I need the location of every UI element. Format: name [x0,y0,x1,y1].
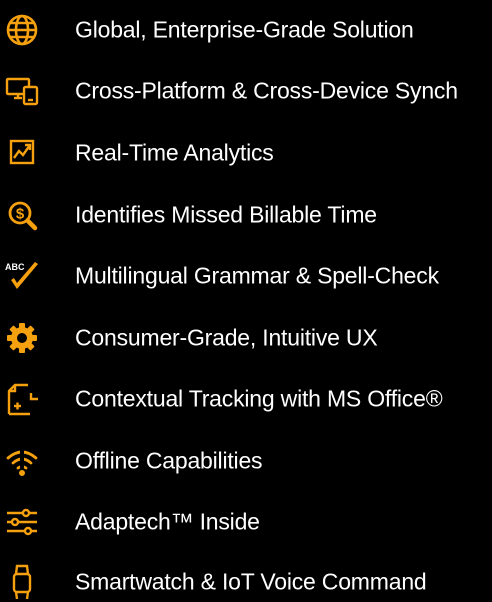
feature-item-grammar: ABC Multilingual Grammar & Spell-Check [0,256,492,296]
feature-item-adaptech: Adaptech™ Inside [0,502,492,542]
feature-item-cross-platform: Cross-Platform & Cross-Device Synch [0,71,492,111]
abc-check-icon: ABC [4,258,40,294]
feature-item-contextual-tracking: Contextual Tracking with MS Office® [0,379,492,419]
globe-icon [4,12,40,48]
feature-item-ux: Consumer-Grade, Intuitive UX [0,318,492,358]
feature-item-analytics: Real-Time Analytics [0,133,492,173]
analytics-chart-icon [4,135,40,171]
feature-label: Real-Time Analytics [75,139,274,166]
wifi-off-icon [4,443,40,479]
document-plus-icon [4,381,40,417]
feature-label: Multilingual Grammar & Spell-Check [75,262,439,289]
feature-label: Global, Enterprise-Grade Solution [75,16,414,43]
gear-icon [4,320,40,356]
feature-item-offline: Offline Capabilities [0,441,492,481]
feature-label: Consumer-Grade, Intuitive UX [75,324,378,351]
feature-label: Smartwatch & IoT Voice Command [75,568,427,595]
feature-label: Adaptech™ Inside [75,508,260,535]
feature-label: Cross-Platform & Cross-Device Synch [75,77,458,104]
smartwatch-icon [4,564,40,600]
dollar-search-icon: $ [4,197,40,233]
devices-icon [4,73,40,109]
feature-label: Offline Capabilities [75,447,263,474]
svg-text:$: $ [16,206,25,223]
feature-item-billable-time: $ Identifies Missed Billable Time [0,195,492,235]
feature-item-global: Global, Enterprise-Grade Solution [0,10,492,50]
sliders-icon [4,504,40,540]
feature-label: Identifies Missed Billable Time [75,201,377,228]
svg-text:ABC: ABC [5,262,25,272]
feature-label: Contextual Tracking with MS Office® [75,385,443,412]
feature-list: Global, Enterprise-Grade Solution Cross-… [0,0,492,600]
feature-item-smartwatch: Smartwatch & IoT Voice Command [0,562,492,602]
